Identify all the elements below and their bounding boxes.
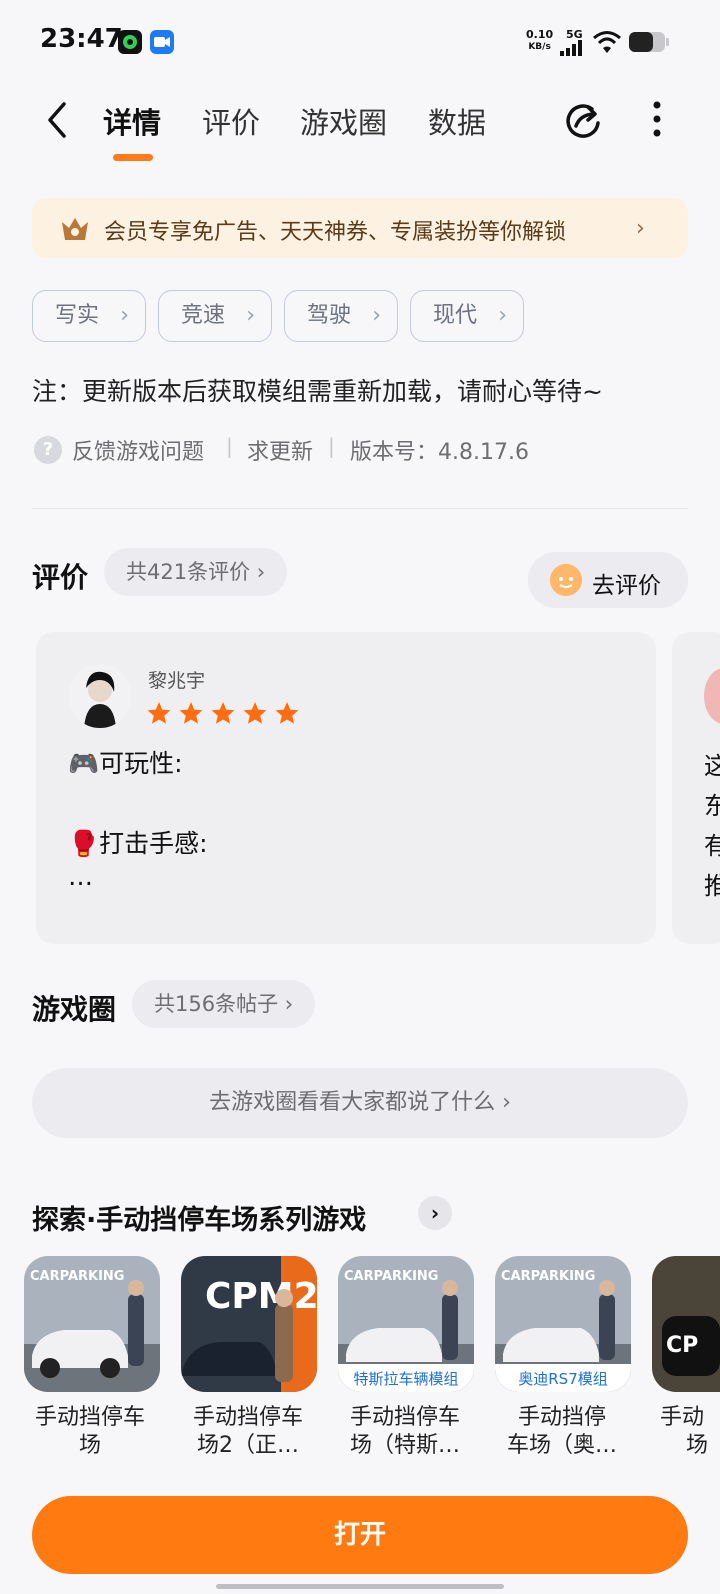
game-name[interactable]: 手动挡停车 场（特斯…	[335, 1404, 475, 1460]
crown-icon	[62, 218, 88, 240]
separator: |	[328, 434, 335, 458]
tab-data[interactable]: 数据	[428, 100, 486, 142]
svg-text:特斯拉车辆模组: 特斯拉车辆模组	[353, 1370, 458, 1388]
game-name[interactable]: 手动挡停车 场2（正…	[178, 1404, 318, 1460]
game-icon[interactable]: CARPARKING 特斯拉车辆模组	[338, 1256, 474, 1392]
review-text-line: 推	[704, 872, 720, 900]
chevron-right-icon: ›	[372, 303, 381, 328]
active-tab-indicator	[113, 154, 153, 161]
battery-icon	[629, 32, 669, 52]
review-card[interactable]	[36, 632, 656, 944]
svg-text:CPM2: CPM2	[205, 1276, 317, 1317]
star-icon	[179, 702, 203, 724]
share-icon[interactable]	[562, 100, 604, 142]
net-speed: 0.10 KB/s	[526, 28, 554, 52]
avatar	[68, 664, 132, 728]
emoji-avatar-icon	[550, 564, 582, 596]
version-number: 版本号：4.8.17.6	[350, 440, 529, 465]
signal-icon	[560, 40, 582, 56]
chevron-right-icon: ›	[120, 303, 129, 328]
game-name[interactable]: 手动挡停车场	[20, 1404, 160, 1460]
game-icon[interactable]: CP	[652, 1256, 720, 1392]
star-icon	[243, 702, 267, 724]
post-count-pill[interactable]: 共156条帖子 ›	[132, 980, 316, 1028]
more-vertical-icon[interactable]	[650, 100, 664, 140]
request-update-link[interactable]: 求更新	[247, 434, 313, 466]
review-text-line: 这	[704, 752, 720, 780]
home-indicator[interactable]	[216, 1584, 504, 1589]
explore-section-title: 探索·手动挡停车场系列游戏	[32, 1205, 367, 1236]
review-text-line: 有	[704, 832, 720, 860]
chevron-right-icon[interactable]: ›	[418, 1196, 452, 1230]
game-circle-title: 游戏圈	[32, 993, 117, 1026]
star-icon	[275, 702, 299, 724]
chevron-right-icon: ›	[636, 216, 645, 241]
go-review-label: 去评价	[592, 573, 661, 599]
svg-text:CARPARKING: CARPARKING	[501, 1269, 595, 1284]
tag-realistic[interactable]: 写实 ›	[32, 290, 146, 342]
status-time: 23:47	[40, 24, 123, 54]
reviewer-name: 黎兆宇	[148, 670, 206, 692]
game-icon[interactable]: CARPARKING 奥迪RS7模组	[495, 1256, 631, 1392]
separator: |	[226, 434, 233, 458]
review-count-pill[interactable]: 共421条评价 ›	[104, 548, 288, 596]
chevron-right-icon: ›	[498, 303, 507, 328]
tag-driving[interactable]: 驾驶 ›	[284, 290, 398, 342]
game-name[interactable]: 手动挡停 车场（奥…	[492, 1404, 632, 1460]
chevron-right-icon: ›	[246, 303, 255, 328]
wifi-icon	[593, 31, 621, 53]
svg-text:CP: CP	[666, 1333, 698, 1358]
video-app-icon	[150, 30, 174, 54]
music-app-icon	[118, 30, 142, 54]
help-icon[interactable]: ?	[34, 436, 62, 464]
star-icon	[211, 702, 235, 724]
feedback-link[interactable]: 反馈游戏问题	[72, 434, 204, 466]
review-text-line: 🎮可玩性:	[68, 749, 183, 778]
review-text-line: 东	[704, 792, 720, 820]
tab-game-circle[interactable]: 游戏圈	[300, 100, 387, 142]
tab-reviews[interactable]: 评价	[202, 100, 260, 142]
review-text-ellipsis: …	[68, 862, 93, 891]
game-icon[interactable]: CPM2	[181, 1256, 317, 1392]
tag-racing[interactable]: 竞速 ›	[158, 290, 272, 342]
member-banner-text: 会员专享免广告、天天神券、专属装扮等你解锁	[104, 220, 567, 245]
update-note: 注：更新版本后获取模组需重新加载，请耐心等待~	[32, 377, 603, 406]
game-name[interactable]: 手动场	[660, 1404, 720, 1460]
svg-text:CARPARKING: CARPARKING	[344, 1269, 438, 1284]
svg-text:CARPARKING: CARPARKING	[30, 1269, 124, 1284]
divider	[32, 508, 688, 509]
review-text-line: 🥊打击手感:	[68, 829, 208, 858]
tab-details[interactable]: 详情	[103, 100, 161, 142]
back-arrow-icon[interactable]	[42, 100, 72, 140]
open-button[interactable]: 打开	[32, 1496, 688, 1574]
tag-modern[interactable]: 现代 ›	[410, 290, 524, 342]
game-circle-button[interactable]: 去游戏圈看看大家都说了什么 ›	[32, 1068, 688, 1138]
star-icon	[147, 702, 171, 724]
reviews-section-title: 评价	[32, 561, 89, 594]
svg-text:奥迪RS7模组: 奥迪RS7模组	[518, 1370, 608, 1388]
game-icon[interactable]: CARPARKING	[24, 1256, 160, 1392]
